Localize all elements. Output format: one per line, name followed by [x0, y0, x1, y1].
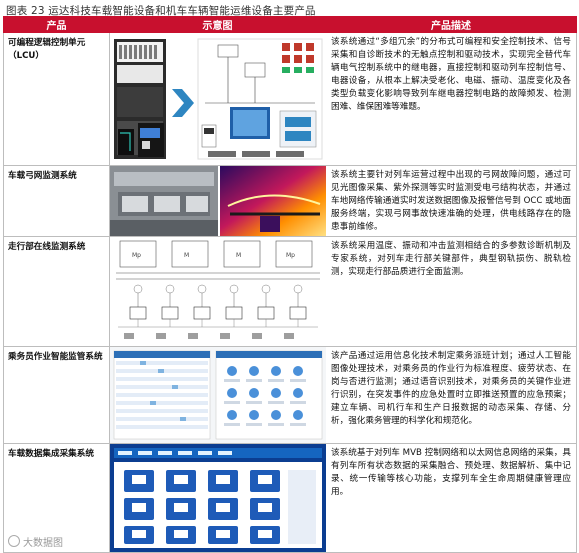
watermark: 大数据图: [8, 534, 63, 549]
table-header-row: 产品 示意图 产品描述: [3, 16, 577, 33]
product-name: 走行部在线监测系统: [3, 236, 110, 347]
product-name: 可编程逻辑控制单元（LCU）: [3, 32, 110, 166]
product-description: 该系统基于对列车 MVB 控制网络和以太网信息网络的采集，具有列车所有状态数据的…: [325, 443, 577, 553]
table-row: 可编程逻辑控制单元（LCU） 该系统通过“多组冗余”的分布式可编程和安全控制技术…: [3, 32, 577, 166]
header-product: 产品: [3, 16, 110, 33]
product-description: 该产品通过运用信息化技术制定乘务派班计划；通过人工智能图像处理技术，对乘务员的作…: [325, 346, 577, 444]
product-diagram-lcu: [109, 32, 326, 166]
product-description: 该系统通过“多组冗余”的分布式可编程和安全控制技术、信号采集和自诊断技术的无触点…: [325, 32, 577, 166]
svg-text:Mp: Mp: [132, 252, 141, 259]
product-description: 该系统主要针对列车运营过程中出现的弓网故障问题，通过可见光图像采集、紫外探测等实…: [325, 165, 577, 237]
lcu-diagram-image: [110, 33, 326, 165]
product-description: 该系统采用温度、振动和冲击监测相结合的多参数诊断机制及专家系统，对列车走行部关键…: [325, 236, 577, 347]
svg-text:Mp: Mp: [286, 252, 295, 259]
product-diagram-pantograph: [109, 165, 326, 237]
svg-text:M: M: [184, 252, 189, 259]
running-gear-diagram: Mp M M Mp: [110, 237, 326, 346]
product-diagram-data-integration: [109, 443, 326, 553]
data-integration-screenshot: [110, 444, 326, 552]
crew-software-screenshot: [110, 347, 326, 443]
table-row: 车载数据集成采集系统 该系统基于对列车 MVB 控制网络和以太网信息网络的采集，…: [3, 443, 577, 553]
header-diagram: 示意图: [109, 16, 326, 33]
product-diagram-crew: [109, 346, 326, 444]
pantograph-image: [110, 166, 326, 236]
product-table: 产品 示意图 产品描述 可编程逻辑控制单元（LCU） 该系统通过“多组冗余”的分…: [3, 16, 577, 553]
table-row: 乘务员作业智能监管系统 该产品通过运用信息化技术制定乘务派班计划；通过人工智能图…: [3, 346, 577, 444]
product-name: 车载弓网监测系统: [3, 165, 110, 237]
svg-text:M: M: [236, 252, 241, 259]
table-row: 车载弓网监测系统 该系统主要针对列车运营过程中出现的弓网故障问题，通过可见光图像…: [3, 165, 577, 237]
table-row: 走行部在线监测系统 Mp M M Mp 该系统采用温度、振动和冲击监测相结合的多…: [3, 236, 577, 347]
watermark-logo-icon: [8, 535, 20, 547]
product-diagram-running-gear: Mp M M Mp: [109, 236, 326, 347]
header-description: 产品描述: [325, 16, 577, 33]
product-name: 乘务员作业智能监管系统: [3, 346, 110, 444]
watermark-text: 大数据图: [23, 538, 63, 549]
